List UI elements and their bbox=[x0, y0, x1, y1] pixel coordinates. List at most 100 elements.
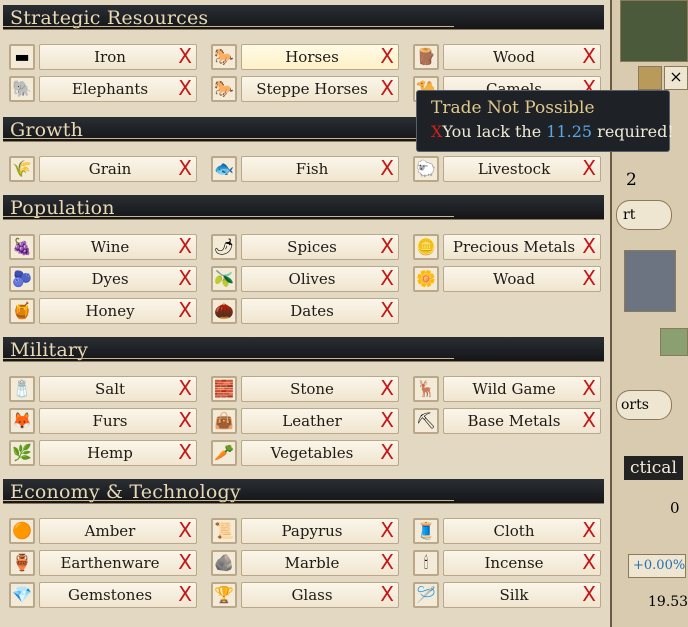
resource-bar[interactable]: Spices X bbox=[241, 234, 399, 260]
resource-bar[interactable]: Olives X bbox=[241, 266, 399, 292]
resource-row[interactable]: 🌰 Dates X bbox=[208, 297, 399, 324]
resource-bar[interactable]: Horses X bbox=[241, 44, 399, 70]
resource-label: Earthenware bbox=[60, 554, 160, 572]
side-button-2[interactable]: orts bbox=[616, 390, 672, 420]
resource-row[interactable]: ▬ Iron X bbox=[6, 43, 197, 70]
unavailable-x-icon: X bbox=[178, 234, 192, 258]
resource-bar[interactable]: Fish X bbox=[241, 156, 399, 182]
resource-row[interactable]: 🪨 Marble X bbox=[208, 549, 399, 576]
resource-bar[interactable]: Grain X bbox=[39, 156, 197, 182]
chevron-down-icon[interactable] bbox=[638, 66, 662, 90]
resource-bar[interactable]: Papyrus X bbox=[241, 518, 399, 544]
tooltip-value: 11.25 bbox=[546, 122, 593, 141]
resource-bar[interactable]: Salt X bbox=[39, 376, 197, 402]
resource-row[interactable]: 🟠 Amber X bbox=[6, 517, 197, 544]
resource-bar[interactable]: Earthenware X bbox=[39, 550, 197, 576]
section-underline bbox=[3, 358, 454, 359]
resource-bar[interactable]: Wild Game X bbox=[443, 376, 601, 402]
resource-row[interactable]: 🕯 Incense X bbox=[410, 549, 601, 576]
map-icon[interactable] bbox=[660, 328, 688, 356]
resource-row[interactable]: 👜 Leather X bbox=[208, 407, 399, 434]
resource-label: Horses bbox=[285, 48, 339, 66]
resource-bar[interactable]: Wood X bbox=[443, 44, 601, 70]
resource-bar[interactable]: Honey X bbox=[39, 298, 197, 324]
resource-label: Glass bbox=[291, 586, 333, 604]
resource-row[interactable]: 🦌 Wild Game X bbox=[410, 375, 601, 402]
horse-icon: 🐎 bbox=[211, 44, 237, 70]
resource-bar[interactable]: Base Metals X bbox=[443, 408, 601, 434]
resource-row[interactable]: 🐘 Elephants X bbox=[6, 75, 197, 102]
resource-row[interactable]: 🌶 Spices X bbox=[208, 233, 399, 260]
resource-bar[interactable]: Leather X bbox=[241, 408, 399, 434]
resource-bar[interactable]: Amber X bbox=[39, 518, 197, 544]
resource-row[interactable]: 🌾 Grain X bbox=[6, 155, 197, 182]
resource-bar[interactable]: Dates X bbox=[241, 298, 399, 324]
resource-bar[interactable]: Livestock X bbox=[443, 156, 601, 182]
resource-row[interactable]: 🏺 Earthenware X bbox=[6, 549, 197, 576]
unavailable-x-icon: X bbox=[380, 376, 394, 400]
resource-bar[interactable]: Dyes X bbox=[39, 266, 197, 292]
resource-bar[interactable]: Hemp X bbox=[39, 440, 197, 466]
section-underline bbox=[3, 26, 454, 27]
resource-bar[interactable]: Vegetables X bbox=[241, 440, 399, 466]
marble-icon: 🪨 bbox=[211, 550, 237, 576]
woad-icon: 🌼 bbox=[413, 266, 439, 292]
resource-row[interactable]: 🌼 Woad X bbox=[410, 265, 601, 292]
resource-label: Dyes bbox=[91, 270, 129, 288]
resource-row[interactable]: 🍯 Honey X bbox=[6, 297, 197, 324]
resource-row[interactable]: 🧱 Stone X bbox=[208, 375, 399, 402]
resource-bar[interactable]: Marble X bbox=[241, 550, 399, 576]
resource-row[interactable]: ⛏ Base Metals X bbox=[410, 407, 601, 434]
resource-row[interactable]: 💎 Gemstones X bbox=[6, 581, 197, 608]
resource-row[interactable]: 🫐 Dyes X bbox=[6, 265, 197, 292]
resource-row[interactable]: 🐟 Fish X bbox=[208, 155, 399, 182]
side-tab[interactable]: ctical bbox=[624, 456, 683, 480]
tooltip-prefix: You lack the bbox=[442, 122, 547, 141]
unavailable-x-icon: X bbox=[380, 234, 394, 258]
resource-bar[interactable]: Gemstones X bbox=[39, 582, 197, 608]
resource-row[interactable]: 🪡 Silk X bbox=[410, 581, 601, 608]
resource-bar[interactable]: Woad X bbox=[443, 266, 601, 292]
map-thumbnail[interactable] bbox=[620, 0, 688, 62]
resource-row[interactable]: 🌿 Hemp X bbox=[6, 439, 197, 466]
resource-bar[interactable]: Glass X bbox=[241, 582, 399, 608]
resource-bar[interactable]: Steppe Horses X bbox=[241, 76, 399, 102]
close-icon[interactable]: × bbox=[664, 66, 688, 90]
unavailable-x-icon: X bbox=[380, 156, 394, 180]
resource-bar[interactable]: Elephants X bbox=[39, 76, 197, 102]
resource-row[interactable]: 🐑 Livestock X bbox=[410, 155, 601, 182]
resource-bar[interactable]: Iron X bbox=[39, 44, 197, 70]
unavailable-x-icon: X bbox=[178, 44, 192, 68]
resource-row[interactable]: 🏆 Glass X bbox=[208, 581, 399, 608]
resource-label: Amber bbox=[84, 522, 136, 540]
unavailable-x-icon: X bbox=[582, 550, 596, 574]
hemp-icon: 🌿 bbox=[9, 440, 35, 466]
resource-bar[interactable]: Silk X bbox=[443, 582, 601, 608]
resource-bar[interactable]: Cloth X bbox=[443, 518, 601, 544]
glass-icon: 🏆 bbox=[211, 582, 237, 608]
side-button[interactable]: rt bbox=[616, 200, 672, 230]
resource-row[interactable]: 🧂 Salt X bbox=[6, 375, 197, 402]
resource-row[interactable]: 🪵 Wood X bbox=[410, 43, 601, 70]
resource-bar[interactable]: Precious Metals X bbox=[443, 234, 601, 260]
resource-bar[interactable]: Wine X bbox=[39, 234, 197, 260]
unavailable-x-icon: X bbox=[380, 408, 394, 432]
resource-bar[interactable]: Stone X bbox=[241, 376, 399, 402]
resource-row[interactable]: 🐎 Steppe Horses X bbox=[208, 75, 399, 102]
resource-row[interactable]: 🫒 Olives X bbox=[208, 265, 399, 292]
resource-bar[interactable]: Furs X bbox=[39, 408, 197, 434]
resource-bar[interactable]: Incense X bbox=[443, 550, 601, 576]
unavailable-x-icon: X bbox=[178, 266, 192, 290]
tooltip-message: XYou lack the 11.25 required! bbox=[431, 122, 674, 141]
precious-metals-icon: 🪙 bbox=[413, 234, 439, 260]
resource-row[interactable]: 🦊 Furs X bbox=[6, 407, 197, 434]
resource-row[interactable]: 🍇 Wine X bbox=[6, 233, 197, 260]
resource-row[interactable]: 🐎 Horses X bbox=[208, 43, 399, 70]
wood-icon: 🪵 bbox=[413, 44, 439, 70]
resource-row[interactable]: 🥕 Vegetables X bbox=[208, 439, 399, 466]
resource-label: Furs bbox=[92, 412, 128, 430]
section-underline bbox=[3, 216, 454, 217]
resource-row[interactable]: 🪙 Precious Metals X bbox=[410, 233, 601, 260]
resource-row[interactable]: 📜 Papyrus X bbox=[208, 517, 399, 544]
resource-row[interactable]: 🧵 Cloth X bbox=[410, 517, 601, 544]
